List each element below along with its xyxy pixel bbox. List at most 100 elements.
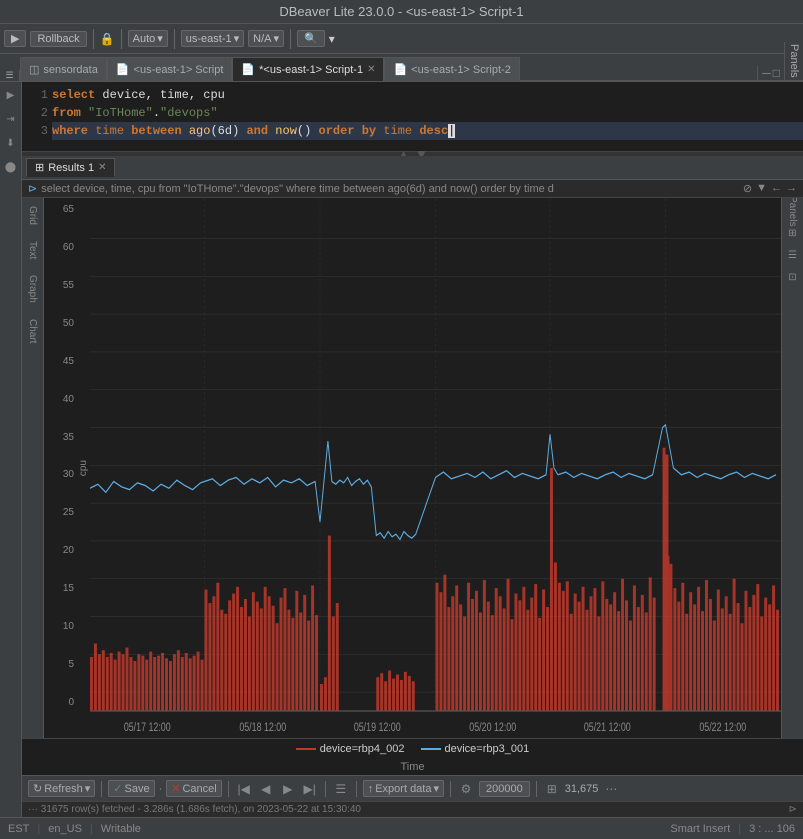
- chart-view-tab[interactable]: Chart: [27, 319, 38, 343]
- nav-next-icon[interactable]: →: [786, 182, 797, 195]
- legend-label-1: device=rbp4_002: [320, 743, 405, 755]
- execute-button[interactable]: ▶: [4, 30, 26, 47]
- sidebar-toggle[interactable]: ☰: [0, 70, 20, 81]
- y-axis-label: cpu: [78, 460, 89, 476]
- tab-bar: ☰ ◫ sensordata 📄 <us-east-1> Script 📄 *<…: [0, 54, 803, 82]
- panels-icon[interactable]: Panels: [785, 202, 800, 220]
- timezone-label: EST: [8, 823, 29, 835]
- lock-icon: 🔒: [100, 32, 115, 46]
- title-bar: DBeaver Lite 23.0.0 - <us-east-1> Script…: [0, 0, 803, 24]
- svg-text:05/20 12:00: 05/20 12:00: [469, 721, 516, 735]
- more-icon[interactable]: ⋯: [602, 780, 620, 798]
- code-editor[interactable]: 1 2 3 select device, time, cpu from "IoT…: [22, 82, 803, 152]
- breakpoint-icon[interactable]: ⬤: [2, 158, 20, 176]
- nav-first-icon[interactable]: |◀: [235, 780, 253, 798]
- cancel-button[interactable]: ✕ Cancel: [166, 780, 221, 797]
- filter-clear-icon[interactable]: ⊘: [743, 182, 752, 195]
- text-view-tab[interactable]: Text: [27, 241, 38, 259]
- cancel-icon: ✕: [171, 782, 180, 795]
- query-icon: ⊳: [28, 182, 37, 195]
- refresh-button[interactable]: ↻ Refresh ▾: [28, 780, 95, 797]
- filter-icon[interactable]: ▼: [756, 182, 767, 195]
- save-check-icon: ✓: [113, 782, 122, 795]
- line-numbers: 1 2 3: [22, 86, 52, 147]
- script-icon-2: 📄: [241, 63, 255, 76]
- svg-text:05/19 12:00: 05/19 12:00: [354, 721, 401, 735]
- refresh-icon: ↻: [33, 782, 42, 795]
- chart-container: Grid Text Graph Chart 65 60 55 50 45: [22, 198, 803, 817]
- nav-last-icon[interactable]: ▶|: [301, 780, 319, 798]
- sep4: [290, 29, 291, 49]
- info-icon: ···: [28, 804, 38, 815]
- grid-icon-small: ⊞: [35, 161, 44, 174]
- svg-text:05/22 12:00: 05/22 12:00: [699, 721, 746, 735]
- x-axis-label: Time: [22, 759, 803, 775]
- settings-icon[interactable]: ⚙: [457, 780, 475, 798]
- sep1: [93, 29, 94, 49]
- writable-label: Writable: [101, 823, 141, 835]
- sep3: [174, 29, 175, 49]
- left-panel: ▶ ⇥ ⬇ ⬤: [0, 82, 22, 817]
- tab-script3[interactable]: 📄 <us-east-1> Script-2: [384, 57, 519, 81]
- bottom-toolbar: ↻ Refresh ▾ ✓ Save · ✕ Cancel: [22, 775, 803, 801]
- legend-label-2: device=rbp3_001: [445, 743, 530, 755]
- tab-script2[interactable]: 📄 *<us-east-1> Script-1 ✕: [232, 57, 384, 81]
- row-count-icon: ⊞: [543, 780, 561, 798]
- status-bar: EST | en_US | Writable Smart Insert | 3 …: [0, 817, 803, 839]
- export-icon: ↑: [368, 783, 374, 795]
- legend-item-1: device=rbp4_002: [296, 743, 405, 755]
- graph-view-tab[interactable]: Graph: [27, 275, 38, 303]
- legend-item-2: device=rbp3_001: [421, 743, 530, 755]
- refresh-dropdown-icon[interactable]: ▾: [85, 782, 91, 795]
- references-icon[interactable]: ⊡: [784, 268, 802, 286]
- info-action-icon[interactable]: ⊳: [789, 804, 797, 815]
- results-tab-1[interactable]: ⊞ Results 1 ✕: [26, 158, 115, 177]
- title-text: DBeaver Lite 23.0.0 - <us-east-1> Script…: [279, 4, 523, 19]
- nav-prev-icon[interactable]: ←: [771, 182, 782, 195]
- legend-color-1: [296, 748, 316, 750]
- legend-color-2: [421, 748, 441, 750]
- locale-label: en_US: [48, 823, 82, 835]
- grid-view-tab[interactable]: Grid: [27, 206, 38, 225]
- maximize-icon[interactable]: □: [773, 66, 780, 80]
- svg-text:05/21 12:00: 05/21 12:00: [584, 721, 631, 735]
- tab-sensordata[interactable]: ◫ sensordata: [20, 57, 107, 81]
- auto-dropdown[interactable]: Auto ▾: [128, 30, 168, 47]
- sql-editor-label[interactable]: Panels: [784, 42, 803, 81]
- db-icon: ◫: [29, 63, 39, 76]
- metadata-icon[interactable]: ☰: [784, 246, 802, 264]
- run-icon[interactable]: ▶: [2, 86, 20, 104]
- svg-text:05/18 12:00: 05/18 12:00: [239, 721, 286, 735]
- properties-icon[interactable]: ⊞: [784, 224, 802, 242]
- rows-icon[interactable]: ☰: [332, 780, 350, 798]
- rollback-button[interactable]: Rollback: [30, 31, 86, 47]
- region-dropdown[interactable]: us-east-1 ▾: [181, 30, 244, 47]
- nav-next-icon[interactable]: ▶: [279, 780, 297, 798]
- search-button[interactable]: 🔍: [297, 30, 325, 47]
- query-bar: ⊳ select device, time, cpu from "IoTHome…: [22, 180, 803, 198]
- main-area: ▶ ⇥ ⬇ ⬤ 1 2 3 select device, time, cpu f…: [0, 82, 803, 817]
- save-button[interactable]: ✓ Save: [108, 780, 154, 797]
- tab-script1[interactable]: 📄 <us-east-1> Script: [107, 57, 233, 81]
- script-icon-3: 📄: [393, 63, 407, 76]
- limit-input[interactable]: 200000: [479, 781, 530, 797]
- na-dropdown[interactable]: N/A ▾: [248, 30, 284, 47]
- chart-svg: 05/17 12:00 05/18 12:00 05/19 12:00 05/2…: [90, 198, 781, 738]
- position-label: 3 : ... 106: [749, 823, 795, 835]
- toolbar: ▶ Rollback 🔒 Auto ▾ us-east-1 ▾ N/A ▾ 🔍 …: [0, 24, 803, 54]
- code-content[interactable]: select device, time, cpu from "IoTHome".…: [52, 86, 803, 147]
- nav-prev-icon[interactable]: ◀: [257, 780, 275, 798]
- export-button[interactable]: ↑ Export data ▾: [363, 780, 444, 797]
- tab-close-2[interactable]: ✕: [367, 64, 375, 75]
- debug-icon[interactable]: ⬇: [2, 134, 20, 152]
- step-icon[interactable]: ⇥: [2, 110, 20, 128]
- results-tab-bar: ⊞ Results 1 ✕: [22, 156, 803, 180]
- right-panel: Panels ⊞ ☰ ⊡: [781, 198, 803, 738]
- script-icon: 📄: [116, 63, 130, 76]
- insert-mode-label: Smart Insert: [670, 823, 730, 835]
- minimize-icon[interactable]: ─: [762, 66, 771, 80]
- chart-legend: device=rbp4_002 device=rbp3_001: [22, 738, 803, 759]
- svg-text:05/17 12:00: 05/17 12:00: [124, 721, 171, 735]
- results-tab-close[interactable]: ✕: [98, 162, 106, 173]
- sep2: [121, 29, 122, 49]
